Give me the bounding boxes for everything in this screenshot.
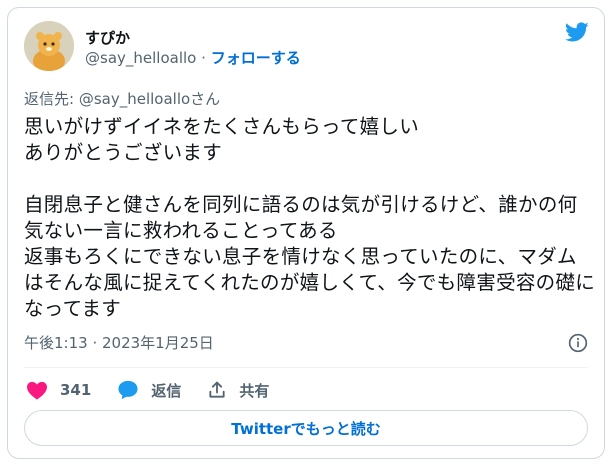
reply-to-handle[interactable]: @say_helloallo	[79, 90, 190, 108]
follow-button[interactable]: フォローする	[211, 49, 301, 67]
tweet-text: 思いがけずイイネをたくさんもらって嬉しい ありがとうございます 自閉息子と健さん…	[24, 115, 596, 320]
tweet-timestamp[interactable]: 午後1:13 · 2023年1月25日	[24, 332, 214, 353]
like-button[interactable]: 341	[26, 380, 91, 400]
info-icon[interactable]	[568, 333, 588, 353]
share-label: 共有	[239, 381, 270, 400]
reply-button[interactable]: 返信	[117, 380, 181, 401]
share-icon	[209, 381, 225, 398]
share-button[interactable]: 共有	[207, 380, 269, 401]
tweet-header: すぴか @say_helloallo · フォローする	[24, 18, 590, 78]
reply-label: 返信	[151, 381, 182, 400]
reply-to-line: 返信先: @say_helloalloさん	[24, 88, 220, 109]
like-count: 341	[60, 381, 92, 399]
separator-dot: ·	[201, 49, 206, 67]
twitter-bird-icon[interactable]	[564, 20, 590, 44]
action-bar: 341 返信 共有	[26, 378, 295, 402]
display-name[interactable]: すぴか	[85, 28, 301, 48]
heart-icon	[27, 381, 47, 400]
reply-to-prefix: 返信先:	[24, 90, 79, 108]
reply-to-suffix: さん	[190, 90, 221, 108]
author-handle[interactable]: @say_helloallo	[85, 49, 196, 67]
handle-row: @say_helloallo · フォローする	[85, 48, 301, 68]
reply-bubble-icon	[118, 380, 138, 400]
divider	[24, 367, 588, 368]
author-block: すぴか @say_helloallo · フォローする	[85, 28, 301, 68]
read-more-button[interactable]: Twitterでもっと読む	[24, 410, 588, 446]
avatar[interactable]	[24, 21, 74, 71]
tweet-card: すぴか @say_helloallo · フォローする 返信先: @say_he…	[7, 7, 605, 459]
